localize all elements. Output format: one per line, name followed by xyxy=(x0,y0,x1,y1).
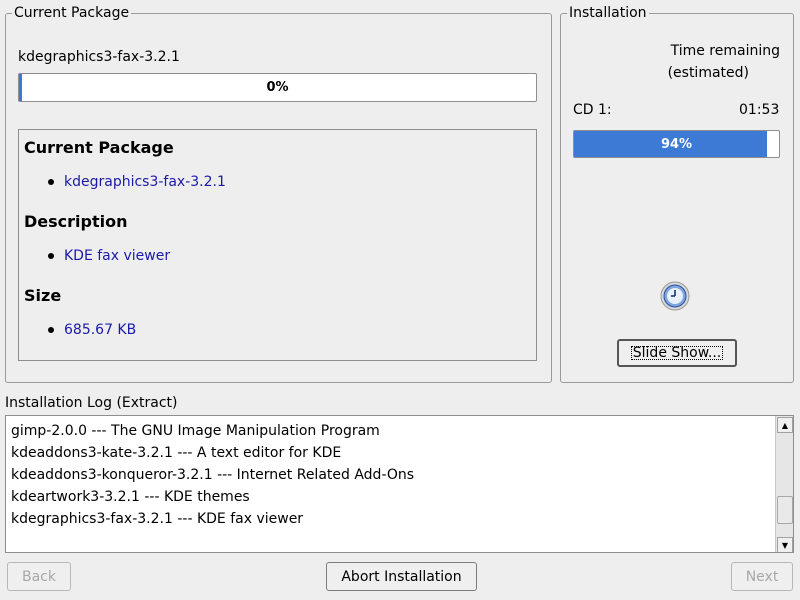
current-package-group-title: Current Package xyxy=(14,5,130,21)
description-value: KDE fax viewer xyxy=(64,248,171,264)
cd-label: CD 1: xyxy=(573,102,612,118)
package-value: kdegraphics3-fax-3.2.1 xyxy=(64,174,226,190)
log-scrollbar[interactable]: ▲ ▼ xyxy=(775,416,793,552)
cd-progress-text: 94% xyxy=(660,136,693,152)
size-value: 685.67 KB xyxy=(64,322,137,338)
package-progress-text: 0% xyxy=(266,80,289,95)
next-button[interactable]: Next xyxy=(731,562,793,591)
next-button-label: Next xyxy=(745,568,779,585)
slide-show-button[interactable]: Slide Show... xyxy=(617,339,737,367)
current-package-name: kdegraphics3-fax-3.2.1 xyxy=(18,49,180,65)
scroll-up-arrow-icon[interactable]: ▲ xyxy=(777,417,793,433)
abort-installation-button-label: Abort Installation xyxy=(341,568,462,585)
package-details-panel: Current Package kdegraphics3-fax-3.2.1 D… xyxy=(18,129,537,361)
cd-time: 01:53 xyxy=(739,102,780,118)
description-heading: Description xyxy=(24,212,128,231)
scrollbar-thumb[interactable] xyxy=(777,496,793,524)
slide-show-button-label: Slide Show... xyxy=(628,343,726,363)
bullet-icon xyxy=(48,327,54,333)
back-button-label: Back xyxy=(22,568,56,585)
installation-log-title: Installation Log (Extract) xyxy=(5,395,178,411)
installation-log[interactable]: ——— ——— ——— ——— ——— gimp-2.0.0 --- The G… xyxy=(5,415,794,553)
log-line: kdeaddons3-konqueror-3.2.1 --- Internet … xyxy=(11,467,415,483)
time-remaining-line2: (estimated) xyxy=(667,65,749,81)
cd-progress-bar: 94% xyxy=(573,130,780,158)
bullet-icon xyxy=(48,253,54,259)
back-button[interactable]: Back xyxy=(7,562,71,591)
size-heading: Size xyxy=(24,286,62,305)
log-line: kdeaddons3-kate-3.2.1 --- A text editor … xyxy=(11,445,342,461)
package-heading: Current Package xyxy=(24,138,174,157)
bullet-icon xyxy=(48,179,54,185)
log-line: gimp-2.0.0 --- The GNU Image Manipulatio… xyxy=(11,423,380,439)
log-line: kdeartwork3-3.2.1 --- KDE themes xyxy=(11,489,250,505)
scroll-down-arrow-icon[interactable]: ▼ xyxy=(777,537,793,552)
log-line: kdegraphics3-fax-3.2.1 --- KDE fax viewe… xyxy=(11,511,304,527)
log-line-partial: ——— ——— ——— ——— ——— xyxy=(11,416,239,420)
time-remaining-label: Time remaining (estimated) xyxy=(600,40,780,84)
installation-group-title: Installation xyxy=(569,5,647,21)
clock-icon xyxy=(660,281,690,311)
package-progress-bar: 0% xyxy=(18,73,537,102)
time-remaining-line1: Time remaining xyxy=(670,43,780,59)
abort-installation-button[interactable]: Abort Installation xyxy=(326,562,477,591)
